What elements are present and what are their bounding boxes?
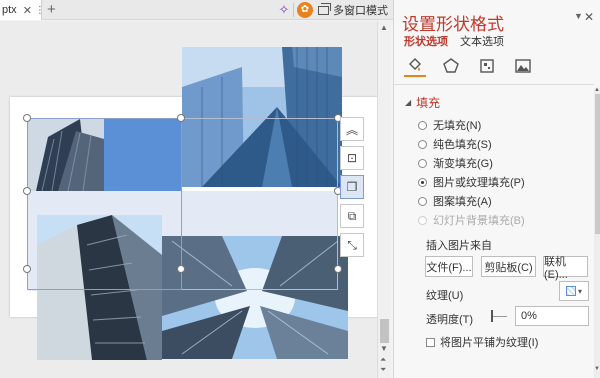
resize-handle[interactable] [23,114,31,122]
settings-icon[interactable]: ✿ [297,2,313,18]
radio-label: 幻灯片背景填充(B) [433,215,525,227]
radio-circle [418,196,427,206]
scroll-down-icon[interactable]: ▼ [594,366,600,372]
slide-canvas[interactable]: ︽ ⊡ ❐ ⧉ ⤡ [0,21,378,378]
radio-slide-background-fill: 幻灯片背景填充(B) [418,212,525,228]
layers-icon[interactable]: ❐ [340,175,364,199]
checkbox[interactable] [426,337,435,347]
resize-handle[interactable] [177,114,185,122]
resize-handle[interactable] [177,265,185,273]
magic-icon[interactable]: ✧ [276,2,292,18]
insert-picture-from-label: 插入图片来自 [426,240,492,252]
document-tab[interactable]: ptx ✕ ⋮ [0,0,45,20]
radio-circle-checked [418,177,427,187]
texture-label: 纹理(U) [426,290,464,302]
format-shape-pane: 设置形状格式 ▼ ✕ 形状选项 文本选项 ◢ 填充 无填充(N) 纯色填充(S)… [393,0,600,378]
resize-handle[interactable] [23,187,31,195]
pane-tabs: 形状选项 文本选项 [404,33,504,49]
radio-picture-fill[interactable]: 图片或纹理填充(P) [418,174,525,190]
radio-label: 图案填充(A) [433,196,492,208]
close-icon[interactable]: ✕ [23,4,32,17]
next-slide-icon[interactable]: ⏷ [380,365,386,374]
slider-track[interactable] [493,315,507,317]
collapse-up-icon[interactable]: ︽ [340,117,364,141]
radio-circle [418,120,427,130]
pane-category-icons [404,55,534,77]
radio-label: 图片或纹理填充(P) [433,177,525,189]
chevron-down-icon: ▾ [577,286,582,296]
plus-icon[interactable]: + [47,1,56,19]
tab-text-options[interactable]: 文本选项 [460,33,504,49]
radio-gradient-fill[interactable]: 渐变填充(G) [418,155,493,171]
previous-slide-icon[interactable]: ⏶ [380,355,386,364]
radio-pattern-fill[interactable]: 图案填充(A) [418,193,492,209]
radio-circle [418,158,427,168]
crop-icon[interactable]: ⊡ [340,146,364,170]
tab-label: ptx [2,4,17,16]
multi-window-label: 多窗口模式 [333,5,388,17]
pane-body: ◢ 填充 无填充(N) 纯色填充(S) 渐变填充(G) 图片或纹理填充(P) 图… [394,88,594,378]
resize-handle[interactable] [23,265,31,273]
size-properties-icon[interactable] [476,55,498,77]
scroll-up-icon[interactable]: ▲ [594,87,600,93]
document-tab-bar: ptx ✕ ⋮ + ✧ ✿ 多窗口模式 [0,0,393,20]
clipboard-button[interactable]: 剪贴板(C) [481,256,536,277]
transparency-label: 透明度(T) [426,314,474,326]
radio-solid-fill[interactable]: 纯色填充(S) [418,136,492,152]
scrollbar-thumb[interactable] [380,319,389,343]
pane-scrollbar[interactable]: ▲ ▼ [594,87,600,378]
chevron-down-icon[interactable]: ⋮ [35,5,45,16]
online-button[interactable]: 联机(E)... [543,256,588,281]
texture-picker[interactable]: ▾ [559,281,589,301]
transparency-input[interactable]: 0% [515,306,589,326]
multi-window-button[interactable]: 多窗口模式 [318,0,388,20]
tile-picture-label: 将图片平铺为纹理(I) [440,337,539,349]
picture-icon[interactable] [512,55,534,77]
effects-icon[interactable] [440,55,462,77]
transparency-slider[interactable] [491,310,507,322]
selection-frame [27,118,182,290]
chevron-down-icon[interactable]: ▼ [574,11,583,21]
section-fill-header[interactable]: ◢ 填充 [405,94,440,111]
resize-icon[interactable]: ⤡ [340,233,364,257]
fill-line-icon[interactable] [404,55,426,77]
arrange-icon[interactable]: ⧉ [340,204,364,228]
file-button[interactable]: 文件(F)... [425,256,473,277]
section-fill-label: 填充 [416,96,441,110]
close-icon[interactable]: ✕ [584,10,594,24]
tile-picture-checkbox-row[interactable]: 将图片平铺为纹理(I) [426,334,538,350]
canvas-scrollbar[interactable]: ▲ ▼ ⏶ ⏷ [377,21,391,378]
radio-circle [418,215,427,225]
resize-handle[interactable] [334,265,342,273]
divider [394,84,594,85]
divider [293,3,294,17]
radio-label: 无填充(N) [433,120,482,132]
tab-shape-options[interactable]: 形状选项 [404,33,448,49]
radio-label: 渐变填充(G) [433,158,493,170]
scroll-up-icon[interactable]: ▲ [380,23,388,32]
floating-toolbar: ︽ ⊡ ❐ ⧉ ⤡ [340,117,366,262]
pane-title: 设置形状格式 [402,15,504,34]
radio-circle [418,139,427,149]
radio-label: 纯色填充(S) [433,139,492,151]
collapse-triangle-icon: ◢ [405,98,412,107]
windows-icon [318,2,331,15]
texture-swatch-icon [565,286,576,296]
scrollbar-thumb[interactable] [595,94,600,234]
radio-no-fill[interactable]: 无填充(N) [418,117,481,133]
scroll-down-icon[interactable]: ▼ [380,344,388,353]
